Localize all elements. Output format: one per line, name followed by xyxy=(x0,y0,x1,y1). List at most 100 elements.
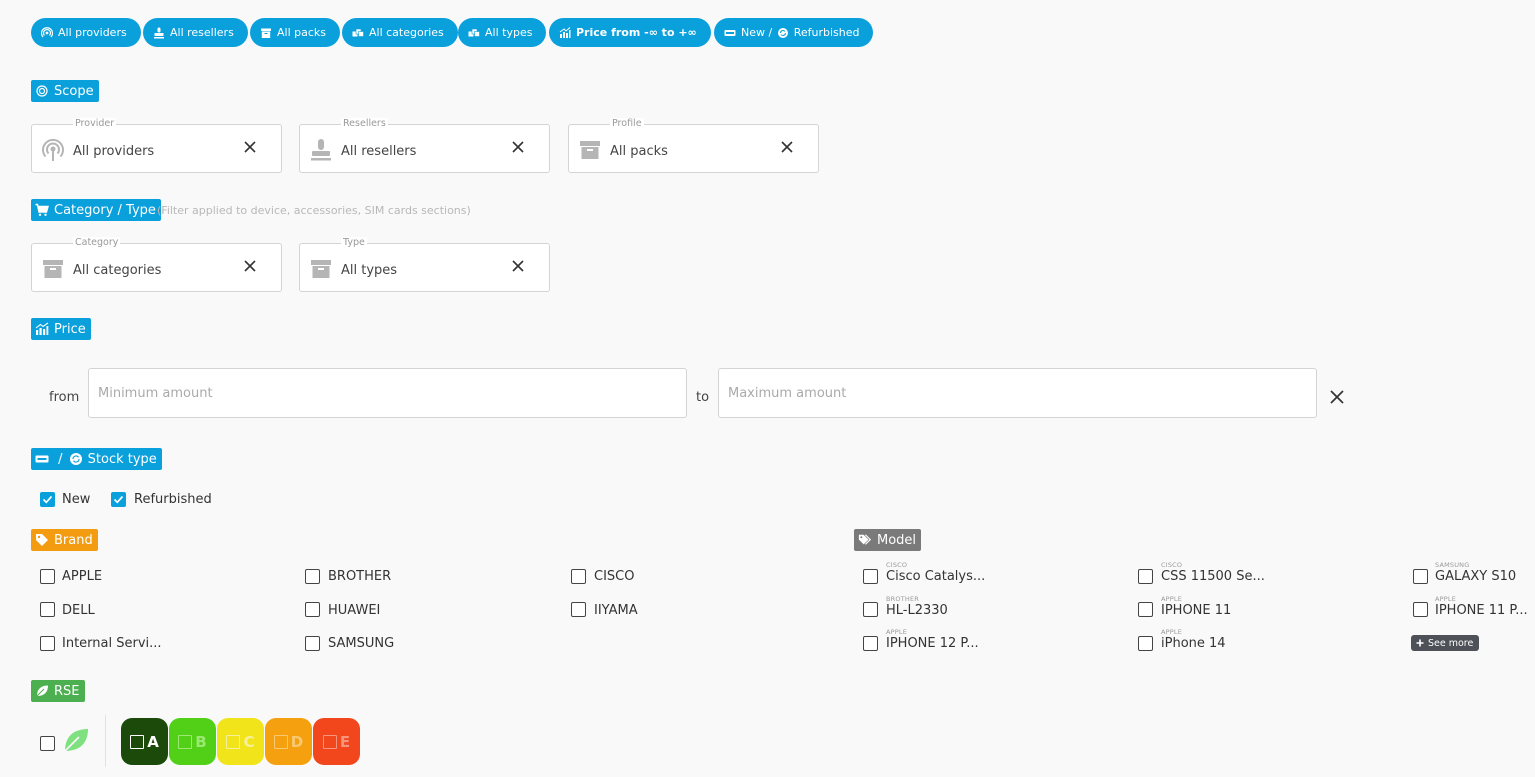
chip-price[interactable]: Price from -∞ to +∞ xyxy=(549,18,711,47)
stamp-icon xyxy=(153,27,165,39)
brand-samsung-checkbox[interactable] xyxy=(305,636,320,651)
chip-categories[interactable]: All categories xyxy=(342,18,458,47)
archive-box-icon xyxy=(578,138,602,162)
chip-categories-label: All categories xyxy=(369,26,444,39)
see-more-button[interactable]: See more xyxy=(1411,635,1480,651)
chip-resellers-label: All resellers xyxy=(170,26,234,39)
close-icon[interactable] xyxy=(242,139,258,155)
new-badge-icon xyxy=(35,452,49,466)
rse-score-checkbox[interactable] xyxy=(178,734,193,749)
scope-header: Scope xyxy=(31,80,99,102)
chip-resellers[interactable]: All resellers xyxy=(143,18,248,47)
category-value: All categories xyxy=(73,263,162,278)
brand-apple-checkbox[interactable] xyxy=(40,569,55,584)
brand-title: Brand xyxy=(54,532,93,548)
close-icon[interactable] xyxy=(779,139,795,155)
plus-icon xyxy=(1416,639,1424,647)
rse-score-e[interactable]: E xyxy=(313,718,360,765)
leaf-icon xyxy=(62,726,90,754)
close-icon[interactable] xyxy=(510,258,526,274)
target-icon xyxy=(35,84,49,98)
archive-box-icon xyxy=(260,27,272,39)
resellers-select[interactable]: Resellers All resellers xyxy=(299,118,550,173)
close-icon[interactable] xyxy=(510,139,526,155)
broadcast-icon xyxy=(41,26,53,39)
archive-box-icon xyxy=(41,257,65,281)
rse-score-checkbox[interactable] xyxy=(273,734,288,749)
brand-dell-checkbox[interactable] xyxy=(40,602,55,617)
chip-providers[interactable]: All providers xyxy=(31,18,141,47)
brand-item: CISCO xyxy=(594,569,635,584)
brand-brother-checkbox[interactable] xyxy=(305,569,320,584)
provider-select[interactable]: Provider All providers xyxy=(31,118,282,173)
model-brand: APPLE xyxy=(886,628,908,636)
model-checkbox[interactable] xyxy=(1138,636,1153,651)
category-type-header: Category / Type xyxy=(31,199,161,221)
rse-score-checkbox[interactable] xyxy=(226,734,241,749)
resellers-value: All resellers xyxy=(341,144,417,159)
close-icon[interactable] xyxy=(242,258,258,274)
chip-stock[interactable]: New / Refurbished xyxy=(714,18,874,47)
model-checkbox[interactable] xyxy=(1413,569,1428,584)
brand-item: APPLE xyxy=(62,569,103,584)
stock-type-title: Stock type xyxy=(87,451,157,467)
rse-score-d[interactable]: D xyxy=(265,718,312,765)
model-name: IPHONE 12 P... xyxy=(886,636,979,651)
chip-packs[interactable]: All packs xyxy=(250,18,341,47)
model-checkbox[interactable] xyxy=(1413,602,1428,617)
stamp-icon xyxy=(309,138,333,162)
brand-internal-checkbox[interactable] xyxy=(40,636,55,651)
chart-icon xyxy=(559,26,571,39)
category-type-title: Category / Type xyxy=(54,202,156,218)
price-from-label: from xyxy=(49,390,80,405)
boxes-icon xyxy=(352,27,364,39)
brand-cisco-checkbox[interactable] xyxy=(571,569,586,584)
rse-score-b[interactable]: B xyxy=(169,718,216,765)
profile-select[interactable]: Profile All packs xyxy=(568,118,819,173)
model-brand: APPLE xyxy=(1435,595,1457,603)
price-max-input[interactable] xyxy=(718,368,1317,418)
brand-item: Internal Servi... xyxy=(62,636,162,651)
chip-providers-label: All providers xyxy=(58,26,127,39)
chart-icon xyxy=(35,322,49,336)
see-more-label: See more xyxy=(1428,637,1474,649)
tags-icon xyxy=(858,533,872,547)
stock-refurb-checkbox[interactable] xyxy=(111,492,126,507)
cart-icon xyxy=(35,203,49,217)
brand-item: IIYAMA xyxy=(594,603,638,618)
model-checkbox[interactable] xyxy=(863,602,878,617)
model-checkbox[interactable] xyxy=(1138,602,1153,617)
model-name: IPHONE 11 P... xyxy=(1435,603,1528,618)
model-checkbox[interactable] xyxy=(1138,569,1153,584)
chip-types[interactable]: All types xyxy=(458,18,547,47)
stock-new-checkbox[interactable] xyxy=(40,492,55,507)
brand-item: SAMSUNG xyxy=(328,636,395,651)
provider-label: Provider xyxy=(73,118,117,129)
price-min-input[interactable] xyxy=(88,368,687,418)
model-name: Cisco Catalys... xyxy=(886,569,986,584)
model-name: HL-L2330 xyxy=(886,603,948,618)
model-brand: SAMSUNG xyxy=(1435,561,1470,569)
category-select[interactable]: Category All categories xyxy=(31,237,282,292)
chip-stock-refurb-label: Refurbished xyxy=(793,26,860,39)
model-checkbox[interactable] xyxy=(863,636,878,651)
broadcast-icon xyxy=(41,138,65,162)
chip-stock-separator: / xyxy=(765,26,776,39)
rse-divider xyxy=(105,715,106,767)
rse-score-label: D xyxy=(290,732,304,751)
model-checkbox[interactable] xyxy=(863,569,878,584)
rse-checkbox[interactable] xyxy=(40,736,55,751)
model-name: CSS 11500 Se... xyxy=(1161,569,1265,584)
rse-score-label: C xyxy=(243,732,255,751)
brand-huawei-checkbox[interactable] xyxy=(305,602,320,617)
close-icon[interactable] xyxy=(1329,389,1345,405)
stock-type-header: / Stock type xyxy=(31,448,162,470)
rse-score-checkbox[interactable] xyxy=(130,734,145,749)
rse-title: RSE xyxy=(54,683,80,699)
provider-value: All providers xyxy=(73,144,155,159)
rse-score-c[interactable]: C xyxy=(217,718,264,765)
rse-score-checkbox[interactable] xyxy=(322,734,337,749)
brand-iiyama-checkbox[interactable] xyxy=(571,602,586,617)
type-select[interactable]: Type All types xyxy=(299,237,550,292)
rse-score-a[interactable]: A xyxy=(121,718,168,765)
